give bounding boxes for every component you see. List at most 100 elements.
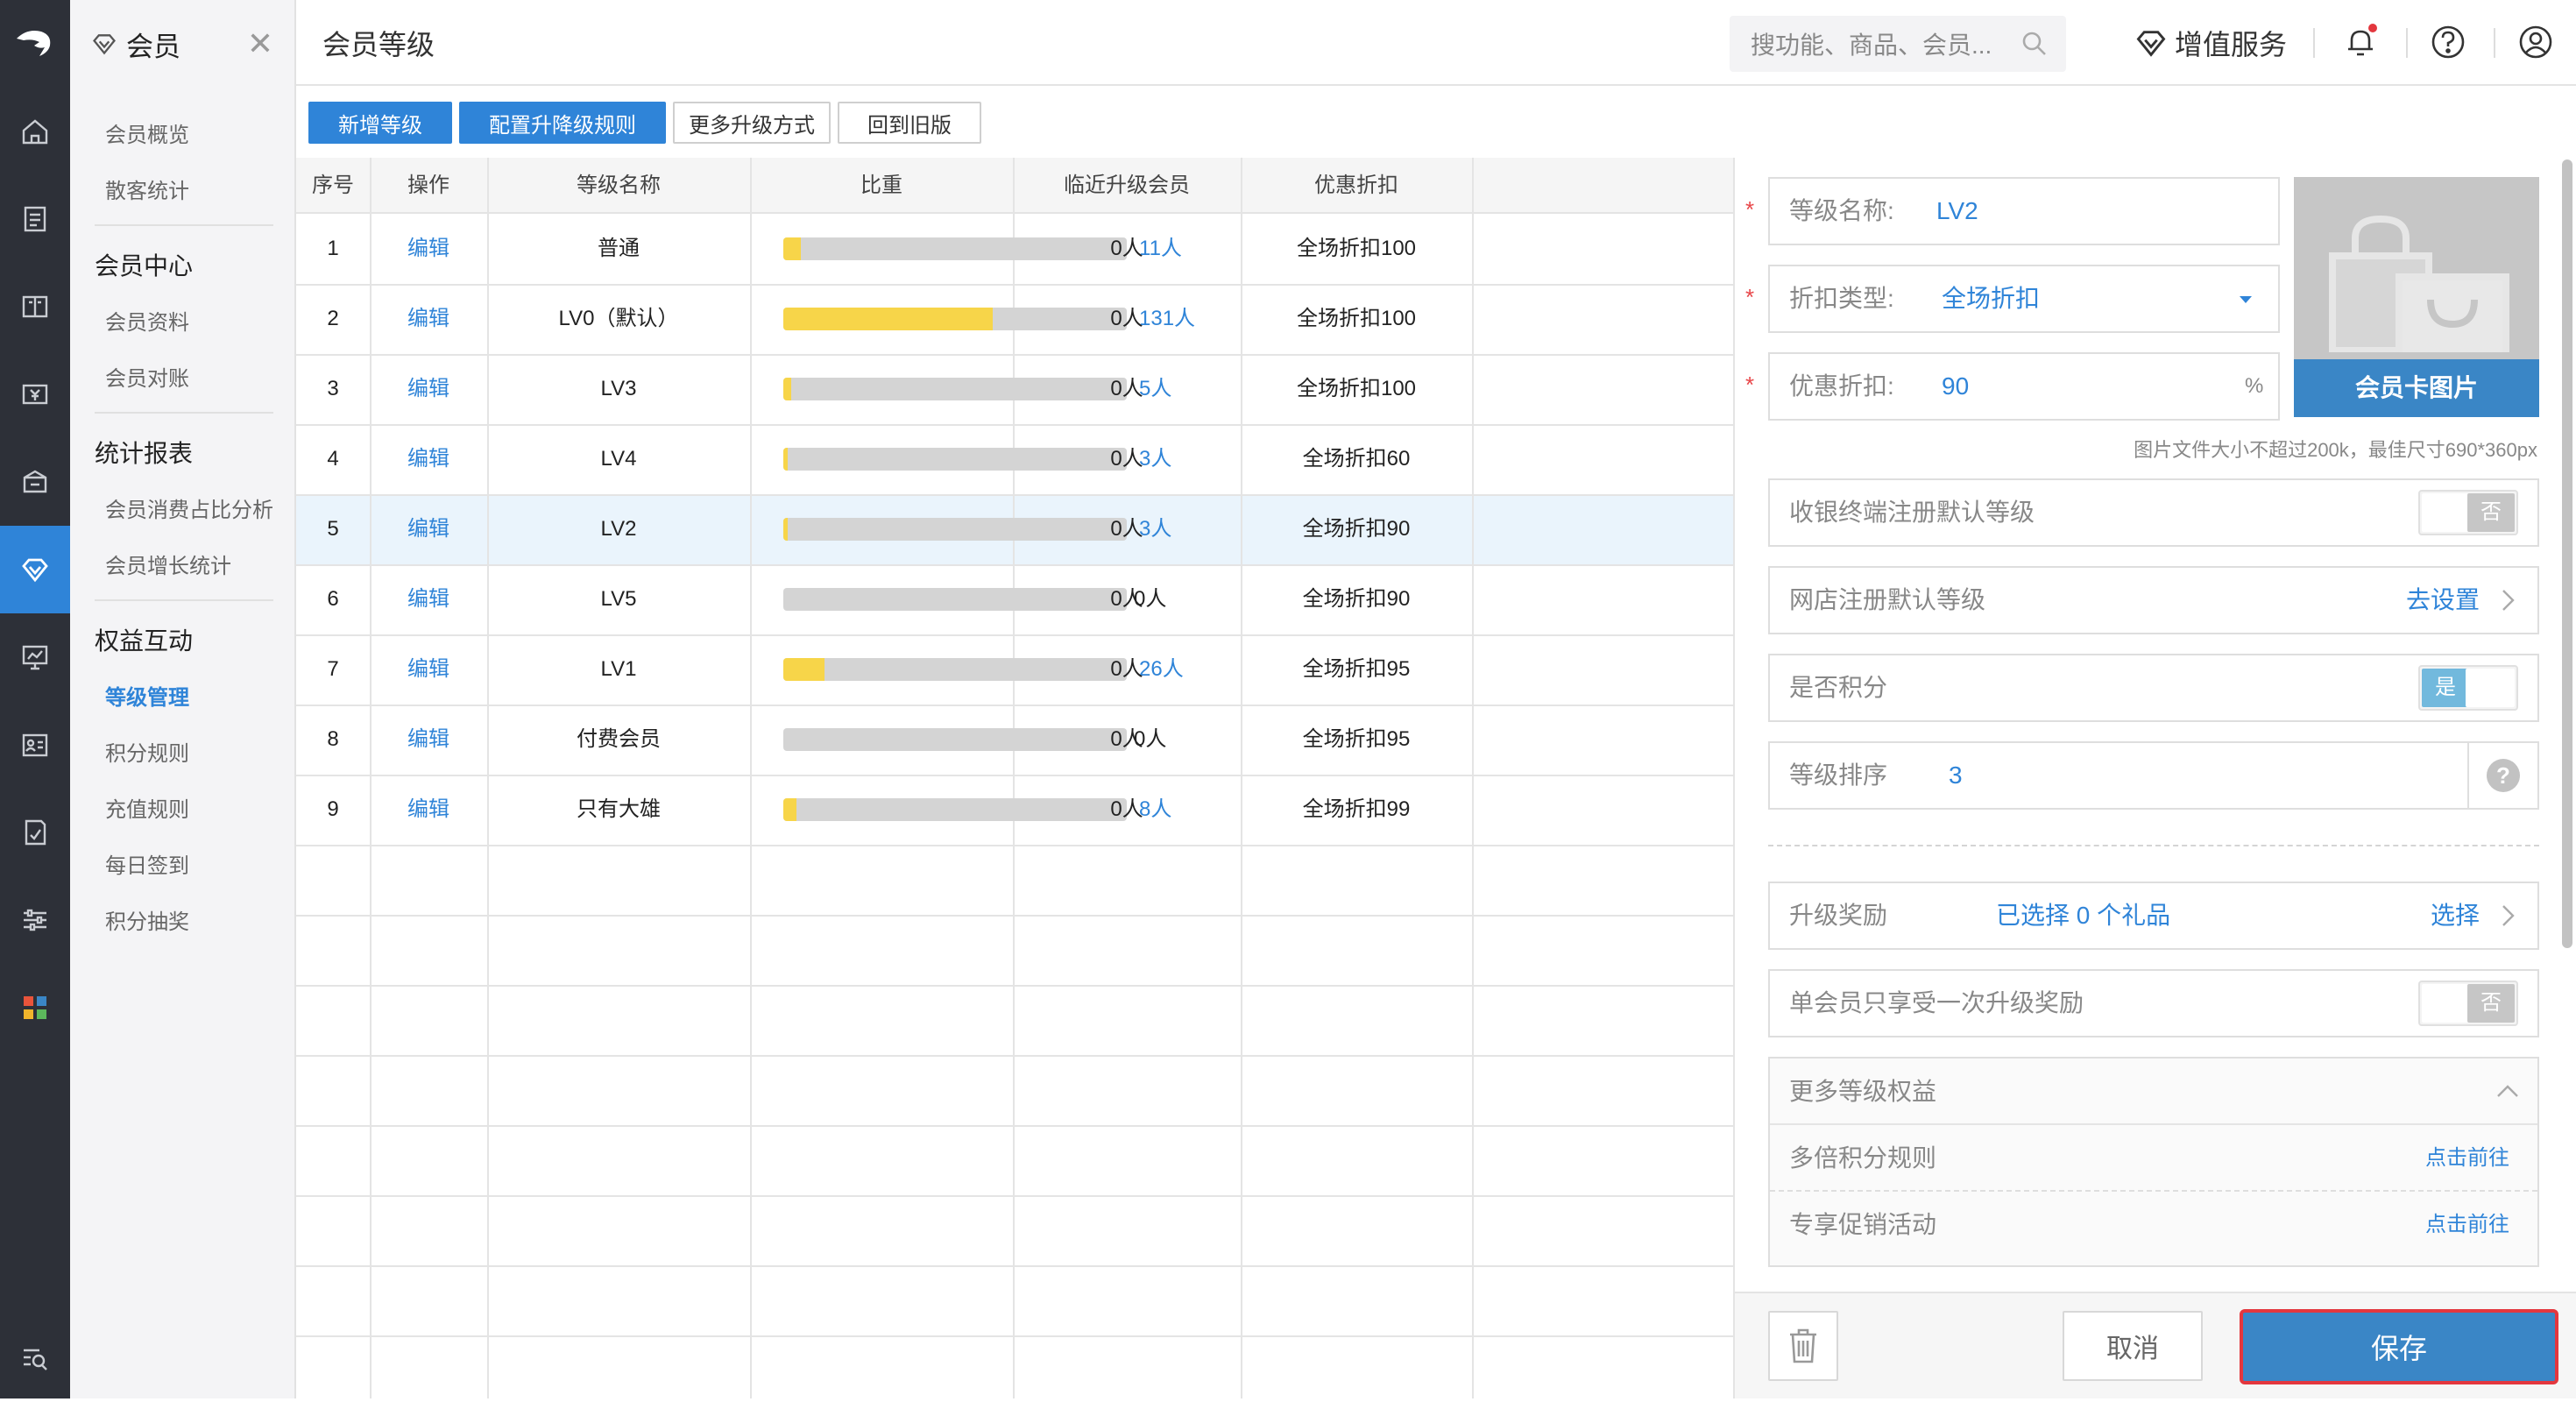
menu-group-member-center: 会员中心: [95, 252, 194, 280]
menu-link-growth-stats[interactable]: 会员增长统计: [105, 549, 231, 579]
box-icon[interactable]: [0, 438, 70, 526]
menu-link-member-reconcile[interactable]: 会员对账: [105, 361, 189, 392]
pos-default-toggle[interactable]: 否: [2418, 490, 2518, 535]
upgrade-reward-row[interactable]: 升级奖励 已选择 0 个礼品 选择: [1768, 882, 2539, 950]
old-version-button[interactable]: 回到旧版: [838, 102, 981, 144]
near-upgrade-count: 0人: [1110, 727, 1143, 751]
level-name: LV0（默认）: [558, 307, 679, 330]
search-placeholder: 搜功能、商品、会员...: [1751, 32, 1992, 59]
help-icon[interactable]: ?: [2487, 759, 2520, 792]
user-avatar-icon[interactable]: [2516, 23, 2555, 61]
edit-link[interactable]: 编辑: [370, 354, 487, 424]
monitor-chart-icon[interactable]: [0, 613, 70, 701]
discount-value: 全场折扣99: [1302, 797, 1411, 821]
save-button[interactable]: 保存: [2240, 1309, 2558, 1384]
edit-link[interactable]: 编辑: [370, 424, 487, 494]
more-upgrade-button[interactable]: 更多升级方式: [673, 102, 831, 144]
points-row: 是否积分 是: [1768, 654, 2539, 722]
level-name: LV1: [600, 657, 637, 681]
web-default-label: 网店注册默认等级: [1789, 586, 1986, 613]
near-upgrade-count: 0人: [1110, 797, 1143, 821]
edit-link[interactable]: 编辑: [370, 705, 487, 775]
home-icon[interactable]: [0, 88, 70, 175]
divider: [2313, 28, 2315, 58]
logo-icon[interactable]: [0, 0, 70, 88]
card-image-label: 会员卡图片: [2294, 359, 2539, 417]
upgrade-reward-select[interactable]: 选择: [2431, 883, 2480, 948]
sliders-icon[interactable]: [0, 876, 70, 964]
book-icon[interactable]: [0, 263, 70, 350]
bell-icon[interactable]: [2341, 23, 2380, 61]
menu-link-consumption-analysis[interactable]: 会员消费占比分析: [105, 492, 273, 523]
edit-link[interactable]: 编辑: [370, 564, 487, 634]
row-index: 2: [327, 307, 339, 330]
weight-bar-fill: [783, 237, 801, 260]
column-divider: [750, 158, 752, 1398]
discount-type-select[interactable]: 折扣类型: 全场折扣: [1768, 265, 2280, 333]
multi-points-link[interactable]: 点击前往: [2425, 1125, 2509, 1192]
web-default-action[interactable]: 去设置: [2406, 568, 2480, 633]
near-upgrade-count: 0人: [1110, 377, 1143, 400]
close-icon[interactable]: ✕: [247, 28, 273, 60]
menu-link-daily-checkin[interactable]: 每日签到: [105, 848, 189, 879]
edit-link[interactable]: 编辑: [370, 284, 487, 354]
level-sort-field[interactable]: 等级排序 3 ?: [1768, 741, 2539, 810]
edit-link[interactable]: 编辑: [370, 775, 487, 845]
delete-button[interactable]: [1768, 1311, 1838, 1381]
scrollbar[interactable]: [2562, 159, 2572, 948]
menu-link-guest-stats[interactable]: 散客统计: [105, 173, 189, 204]
level-name: LV3: [600, 377, 637, 400]
edit-link[interactable]: 编辑: [370, 634, 487, 705]
menu-link-points-lottery[interactable]: 积分抽奖: [105, 904, 189, 935]
page-title: 会员等级: [322, 29, 435, 60]
promo-link[interactable]: 点击前往: [2425, 1192, 2509, 1258]
promo-label: 专享促销活动: [1789, 1211, 1937, 1238]
report-icon[interactable]: [0, 789, 70, 876]
row-divider: [296, 1055, 1733, 1057]
level-name: 普通: [598, 237, 640, 260]
search-list-icon[interactable]: [0, 1314, 70, 1402]
menu-link-recharge-rules[interactable]: 充值规则: [105, 792, 189, 823]
row-divider: [296, 1195, 1733, 1197]
points-toggle[interactable]: 是: [2418, 665, 2518, 711]
diamond-icon[interactable]: [0, 526, 70, 613]
chevron-up-icon[interactable]: [2495, 1080, 2520, 1104]
near-upgrade-count: 0人: [1110, 237, 1143, 260]
menu-divider: [95, 599, 273, 601]
toggle-knob: [2466, 669, 2515, 707]
menu-link-points-rules[interactable]: 积分规则: [105, 736, 189, 767]
reward-once-toggle[interactable]: 否: [2418, 981, 2518, 1026]
row-index: 5: [327, 517, 339, 541]
search-icon[interactable]: [2020, 30, 2049, 58]
web-default-level-row[interactable]: 网店注册默认等级 去设置: [1768, 566, 2539, 634]
weight-bar-fill: [783, 518, 788, 541]
notebook-icon[interactable]: [0, 175, 70, 263]
shopping-bag-icon: [2329, 215, 2509, 352]
discount-value: 全场折扣60: [1302, 447, 1411, 471]
upgrade-reward-value: 已选择 0 个礼品: [1996, 902, 2171, 929]
required-mark: *: [1745, 284, 1755, 310]
required-mark: *: [1745, 196, 1755, 223]
discount-value: 90: [1942, 372, 1970, 400]
row-index: 7: [327, 657, 339, 681]
column-divider: [1472, 158, 1474, 1398]
edit-link[interactable]: 编辑: [370, 214, 487, 284]
cancel-button[interactable]: 取消: [2063, 1311, 2203, 1381]
card-image-upload[interactable]: 会员卡图片: [2294, 177, 2539, 417]
level-name: 付费会员: [577, 727, 661, 751]
menu-link-level-management[interactable]: 等级管理: [105, 680, 189, 711]
discount-field[interactable]: 优惠折扣: 90 %: [1768, 352, 2280, 421]
level-name-field[interactable]: 等级名称: LV2: [1768, 177, 2280, 245]
config-rules-button[interactable]: 配置升降级规则: [459, 102, 666, 144]
money-icon[interactable]: [0, 350, 70, 438]
edit-link[interactable]: 编辑: [370, 494, 487, 564]
value-added-services-button[interactable]: 增值服务: [2134, 23, 2287, 63]
menu-link-member-profile[interactable]: 会员资料: [105, 305, 189, 336]
add-level-button[interactable]: 新增等级: [308, 102, 452, 144]
search-input[interactable]: 搜功能、商品、会员...: [1730, 16, 2066, 72]
apps-grid-icon[interactable]: [0, 964, 70, 1052]
menu-link-overview[interactable]: 会员概览: [105, 117, 189, 148]
more-benefits-header[interactable]: 更多等级权益: [1770, 1059, 2537, 1125]
id-card-icon[interactable]: [0, 701, 70, 789]
help-icon[interactable]: [2429, 23, 2467, 61]
